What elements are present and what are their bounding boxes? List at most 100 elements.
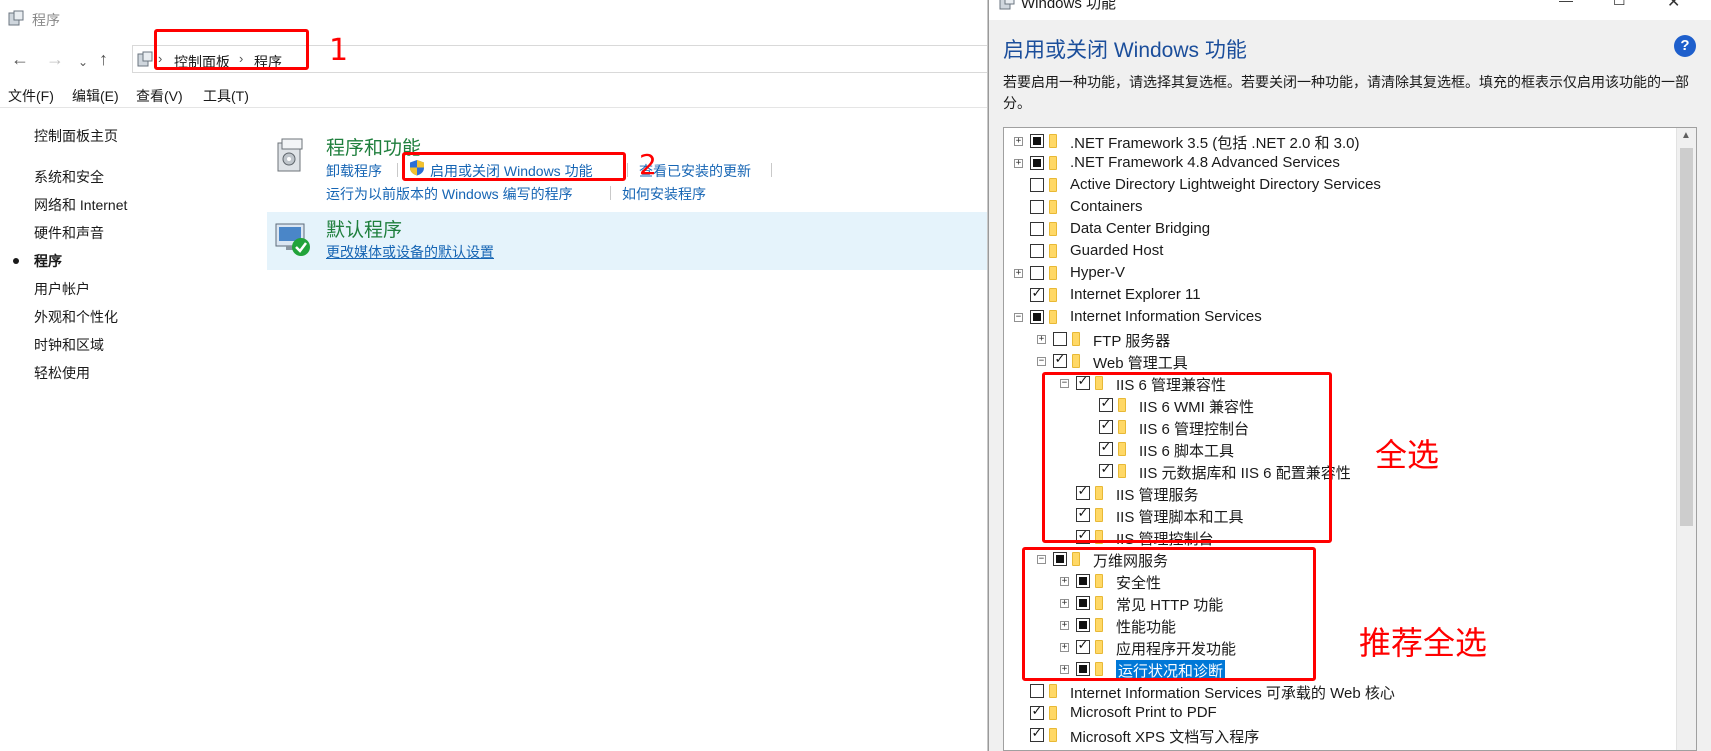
close-icon[interactable]: ✕ — [1667, 0, 1680, 12]
feature-label[interactable]: Guarded Host — [1070, 242, 1163, 259]
feature-row[interactable]: + 性能功能 — [1004, 615, 1674, 637]
address-bar[interactable]: › 控制面板 › 程序 — [132, 45, 987, 73]
feature-row[interactable]: + 运行状况和诊断 — [1004, 659, 1674, 681]
feature-checkbox[interactable] — [1030, 244, 1044, 258]
feature-label[interactable]: IIS 6 管理控制台 — [1139, 418, 1249, 439]
feature-row[interactable]: IIS 管理控制台 — [1004, 527, 1674, 549]
feature-row[interactable]: − IIS 6 管理兼容性 — [1004, 373, 1674, 395]
feature-label[interactable]: Hyper-V — [1070, 264, 1125, 281]
sidebar-item-network-internet[interactable]: 网络和 Internet — [34, 195, 127, 215]
minimize-icon[interactable]: — — [1559, 0, 1573, 8]
feature-checkbox[interactable] — [1076, 574, 1090, 588]
feature-label[interactable]: 应用程序开发功能 — [1116, 638, 1236, 659]
feature-checkbox[interactable] — [1030, 200, 1044, 214]
feature-row[interactable]: + 应用程序开发功能 — [1004, 637, 1674, 659]
feature-checkbox[interactable] — [1099, 440, 1113, 456]
feature-label[interactable]: FTP 服务器 — [1093, 330, 1170, 351]
feature-label[interactable]: .NET Framework 3.5 (包括 .NET 2.0 和 3.0) — [1070, 132, 1360, 153]
feature-checkbox[interactable] — [1030, 704, 1044, 720]
scrollbar-thumb[interactable] — [1680, 148, 1693, 526]
feature-checkbox[interactable] — [1030, 134, 1044, 148]
feature-label[interactable]: 常见 HTTP 功能 — [1116, 594, 1223, 615]
collapse-minus-icon[interactable]: − — [1037, 357, 1046, 366]
sidebar-item-control-panel-home[interactable]: 控制面板主页 — [34, 126, 118, 146]
menu-view[interactable]: 查看(V) — [136, 86, 183, 106]
collapse-minus-icon[interactable]: − — [1014, 313, 1023, 322]
sidebar-item-appearance[interactable]: 外观和个性化 — [34, 307, 118, 327]
feature-row[interactable]: − 万维网服务 — [1004, 549, 1674, 571]
recent-chevron-down-icon[interactable]: ⌄ — [78, 53, 88, 71]
expand-plus-icon[interactable]: + — [1060, 577, 1069, 586]
sidebar-item-user-accounts[interactable]: 用户帐户 — [34, 279, 90, 299]
feature-checkbox[interactable] — [1099, 418, 1113, 434]
feature-checkbox[interactable] — [1076, 484, 1090, 500]
feature-label[interactable]: Web 管理工具 — [1093, 352, 1188, 373]
feature-label[interactable]: IIS 6 管理兼容性 — [1116, 374, 1226, 395]
feature-checkbox[interactable] — [1076, 374, 1090, 390]
breadcrumb-programs[interactable]: 程序 — [254, 52, 282, 72]
feature-row[interactable]: Data Center Bridging — [1004, 219, 1674, 241]
feature-label[interactable]: Containers — [1070, 198, 1143, 215]
forward-arrow-icon[interactable]: → — [46, 50, 64, 68]
feature-row[interactable]: IIS 元数据库和 IIS 6 配置兼容性 — [1004, 461, 1674, 483]
expand-plus-icon[interactable]: + — [1060, 599, 1069, 608]
feature-label[interactable]: IIS 6 脚本工具 — [1139, 440, 1234, 461]
uninstall-program-link[interactable]: 卸载程序 — [326, 161, 382, 181]
sidebar-item-system-security[interactable]: 系统和安全 — [34, 167, 104, 187]
maximize-icon[interactable]: ☐ — [1613, 0, 1626, 9]
feature-row[interactable]: Containers — [1004, 197, 1674, 219]
feature-row[interactable]: IIS 管理脚本和工具 — [1004, 505, 1674, 527]
feature-label[interactable]: IIS 管理脚本和工具 — [1116, 506, 1244, 527]
feature-label[interactable]: IIS 管理服务 — [1116, 484, 1199, 505]
feature-row[interactable]: Internet Information Services 可承载的 Web 核… — [1004, 681, 1674, 703]
feature-label[interactable]: Internet Information Services 可承载的 Web 核… — [1070, 682, 1395, 703]
feature-row[interactable]: + .NET Framework 4.8 Advanced Services — [1004, 153, 1674, 175]
feature-label[interactable]: 万维网服务 — [1093, 550, 1168, 571]
feature-checkbox[interactable] — [1030, 726, 1044, 742]
feature-label[interactable]: .NET Framework 4.8 Advanced Services — [1070, 154, 1340, 171]
feature-row[interactable]: − Internet Information Services — [1004, 307, 1674, 329]
feature-checkbox[interactable] — [1076, 596, 1090, 610]
features-tree[interactable]: + .NET Framework 3.5 (包括 .NET 2.0 和 3.0) +… — [1003, 127, 1697, 751]
feature-checkbox[interactable] — [1076, 638, 1090, 654]
feature-checkbox[interactable] — [1030, 266, 1044, 280]
feature-label[interactable]: IIS 管理控制台 — [1116, 528, 1214, 549]
expand-plus-icon[interactable]: + — [1060, 665, 1069, 674]
menu-tools[interactable]: 工具(T) — [203, 86, 249, 106]
feature-label[interactable]: Microsoft XPS 文档写入程序 — [1070, 726, 1259, 747]
up-arrow-icon[interactable]: ↑ — [99, 50, 108, 68]
feature-row[interactable]: IIS 6 管理控制台 — [1004, 417, 1674, 439]
scroll-up-arrow-icon[interactable]: ▲ — [1681, 130, 1691, 141]
feature-row[interactable]: − Web 管理工具 — [1004, 351, 1674, 373]
feature-row[interactable]: Microsoft XPS 文档写入程序 — [1004, 725, 1674, 747]
feature-checkbox[interactable] — [1076, 506, 1090, 522]
feature-row[interactable]: IIS 管理服务 — [1004, 483, 1674, 505]
feature-label[interactable]: Microsoft Print to PDF — [1070, 704, 1217, 721]
sidebar-item-hardware-sound[interactable]: 硬件和声音 — [34, 223, 104, 243]
feature-row[interactable]: IIS 6 WMI 兼容性 — [1004, 395, 1674, 417]
feature-row[interactable]: + .NET Framework 3.5 (包括 .NET 2.0 和 3.0) — [1004, 131, 1674, 153]
collapse-minus-icon[interactable]: − — [1060, 379, 1069, 388]
feature-checkbox[interactable] — [1099, 462, 1113, 478]
compat-programs-link[interactable]: 运行为以前版本的 Windows 编写的程序 — [326, 184, 573, 204]
feature-row[interactable]: Microsoft Print to PDF — [1004, 703, 1674, 725]
feature-row[interactable]: IIS 6 脚本工具 — [1004, 439, 1674, 461]
feature-label[interactable]: 性能功能 — [1116, 616, 1176, 637]
feature-label[interactable]: 安全性 — [1116, 572, 1161, 593]
feature-checkbox[interactable] — [1030, 156, 1044, 170]
feature-label[interactable]: Data Center Bridging — [1070, 220, 1210, 237]
feature-label[interactable]: 运行状况和诊断 — [1116, 660, 1226, 681]
programs-features-title[interactable]: 程序和功能 — [326, 133, 421, 160]
feature-row[interactable]: + FTP 服务器 — [1004, 329, 1674, 351]
feature-label[interactable]: Internet Information Services — [1070, 308, 1262, 325]
expand-plus-icon[interactable]: + — [1060, 621, 1069, 630]
feature-row[interactable]: +Microsoft 消息队列(MSMQ)服务器 — [1004, 747, 1674, 750]
expand-plus-icon[interactable]: + — [1014, 159, 1023, 168]
feature-checkbox[interactable] — [1030, 286, 1044, 302]
feature-checkbox[interactable] — [1030, 178, 1044, 192]
feature-checkbox[interactable] — [1076, 528, 1090, 544]
feature-row[interactable]: + 常见 HTTP 功能 — [1004, 593, 1674, 615]
default-programs-title[interactable]: 默认程序 — [326, 215, 402, 242]
menu-file[interactable]: 文件(F) — [8, 86, 54, 106]
feature-row[interactable]: Internet Explorer 11 — [1004, 285, 1674, 307]
